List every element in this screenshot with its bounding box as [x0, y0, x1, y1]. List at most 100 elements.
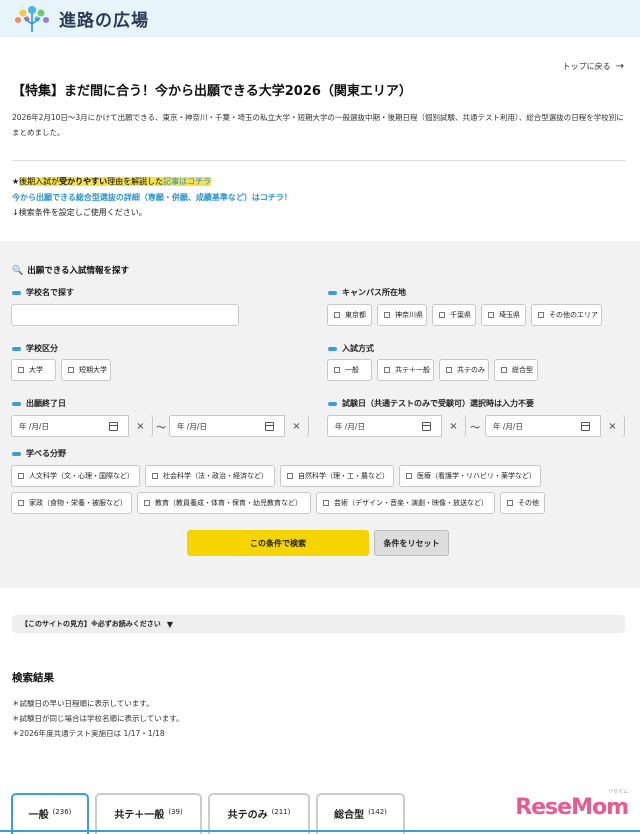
- site-guide-toggle[interactable]: 【このサイトの見方】※必ずお読みください ▼: [12, 615, 625, 633]
- checkbox-icon: [152, 473, 158, 479]
- calendar-icon[interactable]: [109, 421, 118, 431]
- search-icon: 🔍: [12, 266, 24, 276]
- school-name-input[interactable]: [11, 304, 239, 326]
- field-option-social-science[interactable]: 社会科学（法・政治・経済など）: [145, 465, 275, 487]
- site-logo-icon[interactable]: [12, 4, 52, 34]
- tab-label: 一般: [28, 810, 49, 821]
- exam-date-from-input[interactable]: 年 /月/日 ×: [327, 415, 466, 437]
- deadline-to-input[interactable]: 年 /月/日 ×: [169, 415, 309, 437]
- date-value: 年 /月/日: [335, 421, 365, 431]
- school-type-option-label: 大学: [29, 366, 43, 374]
- deadline-from-input[interactable]: 年 /月/日 ×: [11, 415, 153, 437]
- campus-option-saitama[interactable]: 埼玉県: [481, 304, 526, 326]
- campus-option-label: 埼玉県: [499, 311, 520, 319]
- school-type-option-label: 短期大学: [79, 366, 107, 374]
- calendar-icon[interactable]: [581, 421, 590, 431]
- reset-button[interactable]: 条件をリセット: [374, 530, 449, 556]
- back-to-top-link[interactable]: トップに戻る →: [563, 61, 624, 72]
- tab-general[interactable]: 一般 (236): [11, 793, 89, 834]
- tab-common-plus-general[interactable]: 共テ＋一般 (39): [95, 793, 202, 834]
- divider: [12, 160, 626, 161]
- school-type-junior-college[interactable]: 短期大学: [61, 359, 111, 381]
- field-option-home-economics[interactable]: 家政（食物・栄養・被服など）: [11, 492, 132, 514]
- results-note: ＊試験日が同じ場合は学校名順に表示しています。: [12, 714, 184, 723]
- checkbox-icon: [18, 367, 24, 373]
- checkbox-icon: [507, 500, 513, 506]
- checkbox-icon: [287, 473, 293, 479]
- exam-method-common-plus-general[interactable]: 共テ＋一般: [377, 359, 434, 381]
- field-option-humanities[interactable]: 人文科学（文・心理・国際など）: [11, 465, 140, 487]
- field-option-other[interactable]: その他: [500, 492, 545, 514]
- search-instruction: ↓検索条件を設定しご使用ください。: [12, 208, 147, 217]
- watermark-text: ReseMom: [515, 795, 629, 820]
- results-note: ＊試験日の早い日程順に表示しています。: [12, 699, 154, 708]
- clear-date-button[interactable]: ×: [128, 415, 152, 437]
- field-option-label: その他: [518, 499, 539, 507]
- field-option-label: 社会科学（法・政治・経済など）: [163, 472, 268, 480]
- page-title: 【特集】まだ間に合う！今から出願できる大学2026（関東エリア）: [12, 84, 412, 99]
- school-name-label: 学校名で探す: [12, 287, 74, 298]
- checkbox-icon: [384, 312, 390, 318]
- tab-common-only[interactable]: 共テのみ (211): [208, 793, 310, 834]
- checkbox-icon: [334, 312, 340, 318]
- field-option-label: 人文科学（文・心理・国際など）: [29, 472, 134, 480]
- checkbox-icon: [406, 473, 412, 479]
- checkbox-icon: [538, 312, 544, 318]
- calendar-icon[interactable]: [265, 421, 274, 431]
- field-option-label: 芸術（デザイン・音楽・演劇・映像・放送など）: [334, 499, 488, 507]
- clear-date-button[interactable]: ×: [600, 415, 624, 437]
- range-tilde: 〜: [470, 423, 480, 434]
- campus-option-kanagawa[interactable]: 神奈川県: [377, 304, 427, 326]
- results-note: ＊2026年度共通テスト実施日は 1/17・1/18: [12, 729, 165, 738]
- checkbox-icon: [501, 367, 507, 373]
- exam-date-label: 試験日（共通テストのみで受験可）選択時は入力不要: [328, 398, 534, 409]
- deadline-label: 出願終了日: [12, 398, 66, 409]
- exam-method-label: 入試方式: [328, 343, 374, 354]
- clear-date-button[interactable]: ×: [284, 415, 308, 437]
- arrow-right-icon: →: [615, 61, 624, 72]
- calendar-icon[interactable]: [422, 421, 431, 431]
- exam-method-option-label: 共テ＋一般: [395, 366, 430, 374]
- campus-option-label: 神奈川県: [395, 311, 423, 319]
- search-heading: 🔍 出願できる入試情報を探す: [12, 264, 129, 276]
- exam-method-option-label: 総合型: [512, 366, 533, 374]
- exam-method-common-only[interactable]: 共テのみ: [439, 359, 489, 381]
- tab-count: (236): [52, 808, 72, 816]
- exam-method-general[interactable]: 一般: [327, 359, 372, 381]
- tab-underline: [0, 830, 640, 832]
- tab-comprehensive[interactable]: 総合型 (142): [316, 793, 405, 834]
- field-option-medical[interactable]: 医療（看護学・リハビリ・薬学など）: [399, 465, 541, 487]
- checkbox-icon: [18, 500, 24, 506]
- comprehensive-selection-link[interactable]: 今から出願できる総合型選抜の詳細（専願・併願、成績基準など）はコチラ！: [12, 192, 292, 203]
- campus-option-tokyo[interactable]: 東京都: [327, 304, 372, 326]
- note-highlight-2: 受かりやすい: [59, 177, 108, 186]
- tab-label: 総合型: [334, 810, 365, 821]
- checkbox-icon: [18, 473, 24, 479]
- watermark-sub: リセマム: [607, 789, 628, 795]
- search-button[interactable]: この条件で検索: [187, 530, 369, 556]
- note-highlight-1: 後期入試が: [19, 177, 60, 186]
- results-notes: ＊試験日の早い日程順に表示しています。 ＊試験日が同じ場合は学校名順に表示してい…: [12, 696, 184, 741]
- checkbox-icon: [144, 500, 150, 506]
- checkbox-icon: [446, 367, 452, 373]
- campus-option-label: 千葉県: [450, 311, 471, 319]
- field-option-education[interactable]: 教育（教員養成・体育・保育・幼児教育など）: [137, 492, 311, 514]
- article-link[interactable]: 記事はコチラ: [163, 177, 212, 186]
- site-name[interactable]: 進路の広場: [59, 6, 149, 31]
- campus-option-chiba[interactable]: 千葉県: [432, 304, 476, 326]
- exam-method-comprehensive[interactable]: 総合型: [494, 359, 538, 381]
- checkbox-icon: [68, 367, 74, 373]
- note-text: 理由を解説した: [107, 177, 164, 186]
- triangle-down-icon: ▼: [166, 619, 173, 629]
- field-option-natural-science[interactable]: 自然科学（理・工・農など）: [280, 465, 394, 487]
- field-option-arts[interactable]: 芸術（デザイン・音楽・演劇・映像・放送など）: [316, 492, 495, 514]
- checkbox-icon: [488, 312, 494, 318]
- checkbox-icon: [384, 367, 390, 373]
- exam-date-to-input[interactable]: 年 /月/日 ×: [485, 415, 625, 437]
- clear-date-button[interactable]: ×: [441, 415, 465, 437]
- school-type-university[interactable]: 大学: [11, 359, 56, 381]
- tab-count: (142): [368, 808, 387, 816]
- field-option-label: 教育（教員養成・体育・保育・幼児教育など）: [155, 499, 302, 507]
- campus-option-other[interactable]: その他のエリア: [531, 304, 602, 326]
- date-value: 年 /月/日: [493, 421, 523, 431]
